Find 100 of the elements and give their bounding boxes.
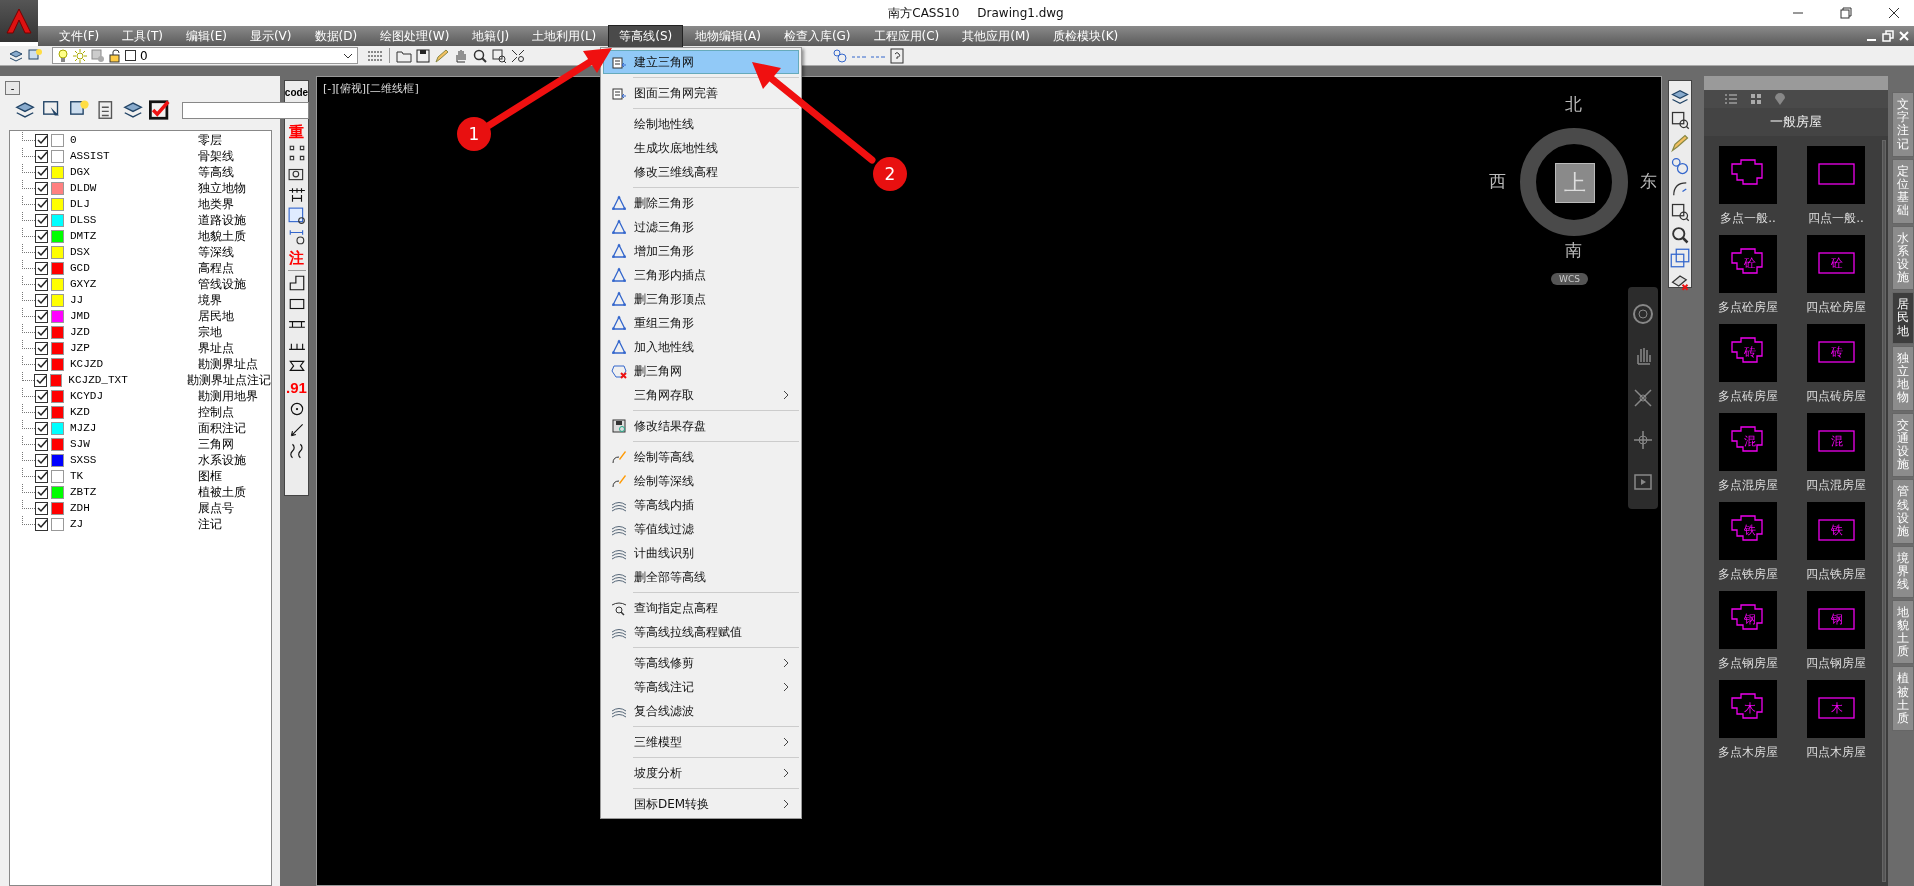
menu-item[interactable]: 删除三角形 bbox=[603, 191, 799, 215]
menu-bar-item[interactable]: 土地利用(L) bbox=[521, 24, 608, 48]
checkbox[interactable] bbox=[35, 389, 48, 403]
compass-label[interactable]: 西 bbox=[1489, 170, 1506, 193]
layer-color-swatch[interactable] bbox=[51, 213, 64, 227]
layer-dropdown[interactable]: 0 bbox=[52, 47, 358, 64]
menu-item[interactable]: 重组三角形 bbox=[603, 311, 799, 335]
checkbox[interactable] bbox=[35, 149, 48, 163]
layer-color-swatch[interactable] bbox=[51, 357, 64, 371]
menu-bar-item[interactable]: 等高线(S) bbox=[608, 24, 684, 48]
menu-item[interactable]: 删全部等高线 bbox=[603, 565, 799, 589]
layer-color-swatch[interactable] bbox=[51, 501, 64, 515]
restore-icon[interactable] bbox=[1882, 30, 1894, 42]
grid-view-icon[interactable] bbox=[1750, 93, 1762, 105]
menu-item[interactable]: 绘制等高线 bbox=[603, 445, 799, 469]
checkbox[interactable] bbox=[35, 437, 48, 451]
save-icon[interactable] bbox=[415, 47, 431, 64]
menu-item[interactable]: 删三角网 bbox=[603, 359, 799, 383]
menu-item[interactable]: 删三角形顶点 bbox=[603, 287, 799, 311]
menu-item[interactable]: 等高线注记 bbox=[603, 675, 799, 699]
layer-color-swatch[interactable] bbox=[51, 277, 64, 291]
close-icon[interactable] bbox=[1888, 7, 1900, 19]
layer-color-swatch[interactable] bbox=[51, 389, 64, 403]
menu-item[interactable]: 复合线滤波 bbox=[603, 699, 799, 723]
layer-color-swatch[interactable] bbox=[51, 149, 64, 163]
layer-color-swatch[interactable] bbox=[51, 437, 64, 451]
menu-item[interactable]: 加入地性线 bbox=[603, 335, 799, 359]
zoom-window-icon[interactable] bbox=[1670, 202, 1690, 222]
menu-bar-item[interactable]: 其他应用(M) bbox=[951, 24, 1041, 48]
menu-bar-item[interactable]: 地物编辑(A) bbox=[684, 24, 772, 48]
layer-color-swatch[interactable] bbox=[51, 165, 64, 179]
distance-search-icon[interactable] bbox=[287, 228, 306, 246]
menu-bar-item[interactable]: 数据(D) bbox=[303, 24, 369, 48]
menu-item[interactable]: 国标DEM转换 bbox=[603, 792, 799, 816]
menu-item[interactable]: 计曲线识别 bbox=[603, 541, 799, 565]
house-symbol-thumbnail[interactable]: 木 bbox=[1807, 680, 1865, 738]
checkbox[interactable] bbox=[35, 453, 48, 467]
menu-item[interactable]: 增加三角形 bbox=[603, 239, 799, 263]
menu-bar-item[interactable]: 质检模块(K) bbox=[1042, 24, 1130, 48]
viewport-label[interactable]: [-][俯视][二维线框] bbox=[323, 81, 419, 96]
coordinate-system-button[interactable]: WCS bbox=[1551, 273, 1588, 285]
checkbox[interactable] bbox=[35, 277, 48, 291]
compass-label[interactable]: 东 bbox=[1640, 170, 1657, 193]
layer-color-swatch[interactable] bbox=[51, 261, 64, 275]
house-symbol-thumbnail[interactable]: 钢 bbox=[1807, 591, 1865, 649]
menu-item[interactable]: 生成坎底地性线 bbox=[603, 136, 799, 160]
compass-label[interactable]: 南 bbox=[1565, 239, 1582, 262]
house-symbol-thumbnail[interactable]: 砼 bbox=[1719, 235, 1777, 293]
house-symbol-thumbnail[interactable]: 混 bbox=[1719, 413, 1777, 471]
magnifier-icon[interactable] bbox=[1670, 225, 1690, 245]
checkbox[interactable] bbox=[35, 405, 48, 419]
house-symbol-thumbnail[interactable]: 砖 bbox=[1807, 324, 1865, 382]
checkbox[interactable] bbox=[35, 325, 48, 339]
menu-item[interactable]: 等高线修剪 bbox=[603, 651, 799, 675]
layer-color-swatch[interactable] bbox=[51, 469, 64, 483]
xy-search-icon[interactable] bbox=[287, 207, 306, 225]
menu-bar-item[interactable]: 绘图处理(W) bbox=[369, 24, 461, 48]
house-symbol-thumbnail[interactable]: 钢 bbox=[1719, 591, 1777, 649]
menu-bar-item[interactable]: 地籍(J) bbox=[461, 24, 521, 48]
house-symbol-thumbnail[interactable]: 木 bbox=[1719, 680, 1777, 738]
collapse-button[interactable]: - bbox=[5, 81, 20, 95]
zoom-window-icon[interactable] bbox=[1670, 110, 1690, 130]
checkbox[interactable] bbox=[35, 229, 48, 243]
menu-item[interactable]: 等值线过滤 bbox=[603, 517, 799, 541]
layer-color-swatch[interactable] bbox=[51, 133, 64, 147]
tool-button[interactable]: code bbox=[284, 87, 309, 99]
checkbox[interactable] bbox=[35, 421, 48, 435]
h-shape-icon[interactable] bbox=[287, 186, 306, 204]
grid-dots-icon[interactable] bbox=[287, 144, 306, 162]
menu-item[interactable]: 坡度分析 bbox=[603, 761, 799, 785]
layer-color-swatch[interactable] bbox=[51, 453, 64, 467]
layer-color-swatch[interactable] bbox=[50, 373, 63, 387]
layer-color-swatch[interactable] bbox=[51, 229, 64, 243]
layer-color-swatch[interactable] bbox=[51, 181, 64, 195]
magnifier-icon[interactable] bbox=[472, 47, 488, 64]
checkbox[interactable] bbox=[35, 485, 48, 499]
menu-item[interactable]: 三角形内插点 bbox=[603, 263, 799, 287]
layer-color-swatch[interactable] bbox=[51, 341, 64, 355]
checkbox[interactable] bbox=[35, 245, 48, 259]
checkbox[interactable] bbox=[35, 165, 48, 179]
checkbox[interactable] bbox=[35, 517, 48, 531]
house-symbol-thumbnail[interactable]: 混 bbox=[1807, 413, 1865, 471]
checkbox[interactable] bbox=[35, 181, 48, 195]
house-symbol-thumbnail[interactable]: 铁 bbox=[1719, 502, 1777, 560]
checkbox[interactable] bbox=[35, 133, 48, 147]
palette-tab[interactable]: 居民地 bbox=[1892, 292, 1914, 344]
menu-bar-item[interactable]: 文件(F) bbox=[48, 24, 111, 48]
menu-bar-item[interactable]: 工程应用(C) bbox=[862, 24, 951, 48]
house-symbol-thumbnail[interactable] bbox=[1807, 146, 1865, 204]
scrollbar[interactable] bbox=[1882, 140, 1886, 882]
menu-bar-item[interactable]: 检查入库(G) bbox=[772, 24, 862, 48]
restore-icon[interactable] bbox=[1840, 7, 1852, 19]
menu-bar-item[interactable]: 工具(T) bbox=[111, 24, 174, 48]
checkbox[interactable] bbox=[35, 309, 48, 323]
layer-color-swatch[interactable] bbox=[51, 517, 64, 531]
step-shape-icon[interactable] bbox=[287, 274, 306, 292]
menu-item[interactable]: 建立三角网 bbox=[603, 50, 799, 74]
menu-item[interactable]: 修改三维线高程 bbox=[603, 160, 799, 184]
menu-bar-item[interactable]: 显示(V) bbox=[238, 24, 303, 48]
zoom-window-icon[interactable] bbox=[491, 47, 507, 64]
